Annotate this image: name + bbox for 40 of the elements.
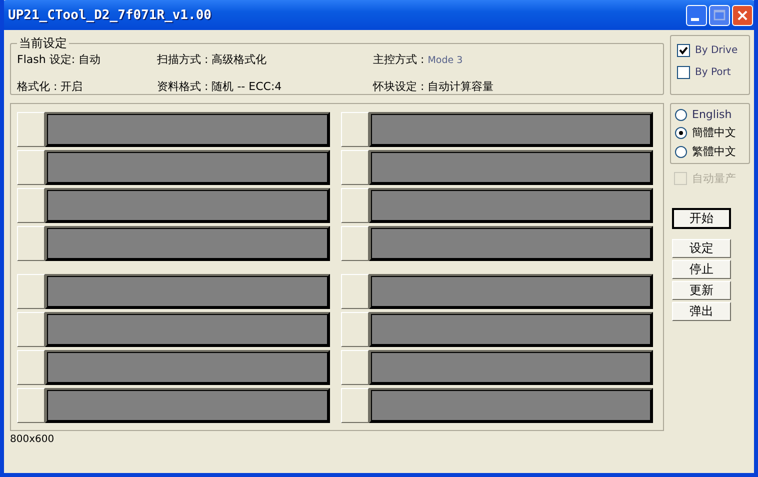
- language-radio[interactable]: 繁體中文: [675, 144, 745, 159]
- minimize-icon: [690, 18, 698, 21]
- port-button[interactable]: [340, 350, 368, 385]
- port-button[interactable]: [17, 388, 45, 423]
- setting-text: 扫描方式 : 高级格式化: [157, 52, 268, 67]
- setting-text: Flash 设定: 自动: [17, 52, 102, 67]
- language-radio[interactable]: 簡體中文: [675, 125, 745, 140]
- port-button[interactable]: [17, 274, 45, 309]
- group-title: 当前设定: [18, 35, 68, 52]
- port-button[interactable]: [17, 112, 45, 147]
- port-button[interactable]: [340, 112, 368, 147]
- port-button[interactable]: [17, 226, 45, 261]
- port-button[interactable]: [340, 150, 368, 185]
- port-button[interactable]: [340, 226, 368, 261]
- action-button[interactable]: 开始: [672, 208, 731, 229]
- port-button[interactable]: [17, 312, 45, 347]
- window-title: UP21_CTool_D2_7f071R_v1.00: [8, 8, 212, 22]
- minimize-button[interactable]: [686, 4, 707, 26]
- port-button[interactable]: [340, 188, 368, 223]
- mode-checkbox[interactable]: By Port: [677, 66, 743, 79]
- setting-text: 主控方式 : Mode 3: [373, 52, 464, 67]
- setting-text: 资料格式 : 随机 -- ECC:4: [157, 79, 283, 94]
- status-text: 800x600: [10, 434, 56, 445]
- port-button[interactable]: [340, 312, 368, 347]
- mode-checkbox[interactable]: By Drive: [677, 44, 743, 57]
- action-button[interactable]: 弹出: [672, 302, 731, 321]
- setting-text: 格式化 : 开启: [17, 79, 84, 94]
- action-button[interactable]: 停止: [672, 260, 731, 279]
- port-button[interactable]: [17, 188, 45, 223]
- action-button[interactable]: 设定: [672, 239, 731, 258]
- checkmark-icon: [679, 46, 688, 55]
- maximize-button[interactable]: [709, 4, 730, 26]
- port-button[interactable]: [17, 350, 45, 385]
- setting-text: 怀块设定 : 自动计算容量: [373, 79, 495, 94]
- port-button[interactable]: [340, 274, 368, 309]
- port-button[interactable]: [17, 150, 45, 185]
- action-button[interactable]: 更新: [672, 281, 731, 300]
- port-button[interactable]: [340, 388, 368, 423]
- close-button[interactable]: [732, 4, 753, 26]
- language-radio[interactable]: English: [675, 108, 745, 121]
